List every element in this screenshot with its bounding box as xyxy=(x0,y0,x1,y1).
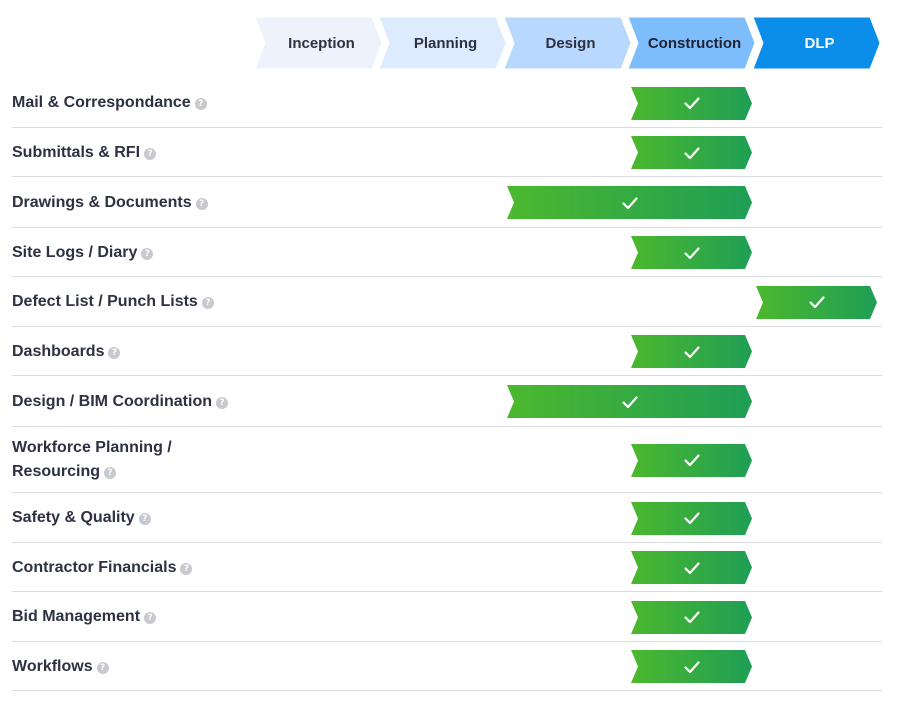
feature-row: Design / BIM Coordination? xyxy=(12,376,882,427)
feature-label-text: Drawings & Documents xyxy=(12,193,192,211)
feature-row: Site Logs / Diary? xyxy=(12,228,882,277)
stage-feature-matrix: Inception Planning Design Construction DLP Ma… xyxy=(0,0,897,706)
check-icon xyxy=(683,561,700,574)
availability-bar xyxy=(631,443,752,477)
check-icon xyxy=(683,454,700,467)
feature-row: Dashboards? xyxy=(12,327,882,376)
feature-row: Defect List / Punch Lists? xyxy=(12,277,882,327)
help-icon[interactable]: ? xyxy=(104,467,117,479)
stage-label: Inception xyxy=(288,34,355,52)
availability-bar xyxy=(631,86,752,120)
stage-header-dlp: DLP xyxy=(753,17,880,69)
availability-bar xyxy=(507,186,752,219)
feature-label: Design / BIM Coordination? xyxy=(12,390,242,414)
help-icon[interactable]: ? xyxy=(141,247,154,260)
feature-row: Workflows? xyxy=(12,642,882,691)
feature-label: Workforce Planning / Resourcing? xyxy=(12,436,242,484)
feature-label: Defect List / Punch Lists? xyxy=(12,290,242,314)
stage-label: DLP xyxy=(804,34,835,52)
help-icon[interactable]: ? xyxy=(195,197,208,210)
help-icon[interactable]: ? xyxy=(201,297,214,309)
help-icon[interactable]: ? xyxy=(144,612,157,624)
stage-header-inception: Inception xyxy=(255,17,382,69)
help-icon[interactable]: ? xyxy=(138,513,151,525)
feature-label: Contractor Financials? xyxy=(12,556,242,580)
feature-label-text: Design / BIM Coordination xyxy=(12,392,212,410)
feature-label-text: Dashboards xyxy=(12,342,105,360)
feature-label: Safety & Quality? xyxy=(12,506,242,530)
feature-label-text: Bid Management xyxy=(12,608,141,625)
availability-bar xyxy=(631,650,752,683)
feature-row: Drawings & Documents? xyxy=(12,177,882,228)
feature-row: Bid Management? xyxy=(12,592,882,642)
check-icon xyxy=(683,97,700,110)
feature-row: Workforce Planning / Resourcing? xyxy=(12,427,882,493)
feature-label-text: Defect List / Punch Lists xyxy=(12,293,198,310)
availability-bar xyxy=(631,551,752,584)
stage-header-planning: Planning xyxy=(379,17,506,69)
help-icon[interactable]: ? xyxy=(180,562,193,575)
feature-row: Contractor Financials? xyxy=(12,543,882,592)
availability-bar xyxy=(631,501,752,535)
feature-label: Dashboards? xyxy=(12,340,242,364)
help-icon[interactable]: ? xyxy=(194,98,207,110)
check-icon xyxy=(621,196,638,209)
stage-label: Planning xyxy=(413,34,478,52)
feature-label: Drawings & Documents? xyxy=(12,191,242,215)
availability-bar xyxy=(631,136,752,169)
check-icon xyxy=(621,395,638,408)
stage-label: Design xyxy=(545,34,596,52)
stage-label: Construction xyxy=(647,34,742,52)
check-icon xyxy=(683,345,700,358)
check-icon xyxy=(683,660,700,673)
feature-label-text: Safety & Quality xyxy=(12,509,135,526)
feature-label: Mail & Correspondance? xyxy=(12,91,242,115)
check-icon xyxy=(683,611,700,624)
feature-label-text: Workflows xyxy=(12,657,93,675)
feature-label-text: Contractor Financials xyxy=(12,558,177,576)
check-icon xyxy=(683,146,700,159)
feature-label-text: Workforce Planning / Resourcing xyxy=(12,439,172,480)
check-icon xyxy=(683,512,700,525)
feature-label: Bid Management? xyxy=(12,605,242,629)
feature-label-text: Site Logs / Diary xyxy=(12,243,138,261)
check-icon xyxy=(683,246,700,259)
feature-label: Workflows? xyxy=(12,655,242,679)
help-icon[interactable]: ? xyxy=(96,661,109,674)
feature-label-text: Mail & Correspondance xyxy=(12,94,191,111)
feature-row: Submittals & RFI? xyxy=(12,128,882,177)
stage-header-design: Design xyxy=(504,17,631,69)
feature-label: Site Logs / Diary? xyxy=(12,241,242,265)
availability-bar xyxy=(507,385,752,418)
help-icon[interactable]: ? xyxy=(216,396,228,409)
feature-row: Safety & Quality? xyxy=(12,493,882,543)
stage-header-construction: Construction xyxy=(628,17,755,69)
feature-row: Mail & Correspondance? xyxy=(12,78,882,128)
help-icon[interactable]: ? xyxy=(108,346,121,359)
availability-bar xyxy=(631,335,752,368)
availability-bar xyxy=(756,285,877,319)
check-icon xyxy=(808,296,825,309)
help-icon[interactable]: ? xyxy=(144,147,157,160)
availability-bar xyxy=(631,600,752,634)
feature-label: Submittals & RFI? xyxy=(12,141,242,165)
availability-bar xyxy=(631,236,752,269)
feature-label-text: Submittals & RFI xyxy=(12,143,141,161)
